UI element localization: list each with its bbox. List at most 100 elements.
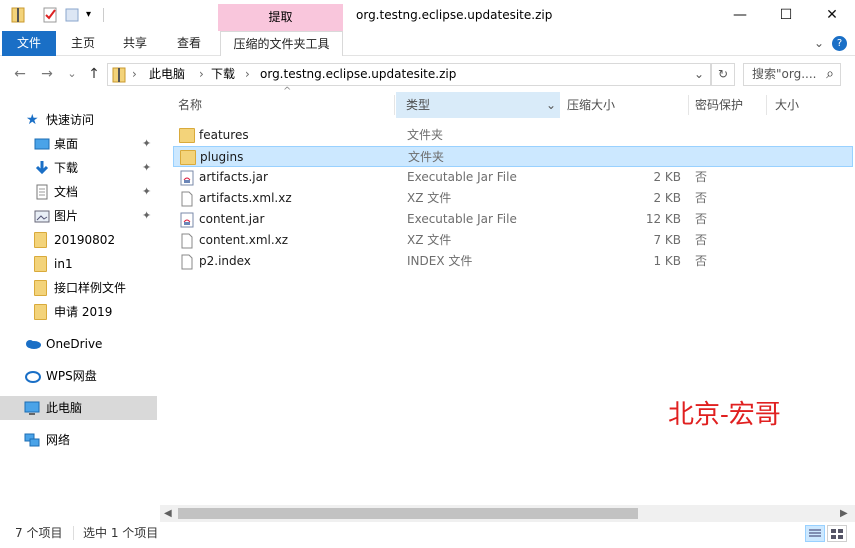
- file-row-plugins[interactable]: plugins 文件夹: [173, 146, 853, 167]
- help-icon[interactable]: ?: [832, 36, 847, 51]
- file-row-content-jar[interactable]: content.jar Executable Jar File 12 KB 否: [173, 209, 853, 230]
- file-type: 文件夹: [408, 150, 445, 164]
- nav-folder-apply-2019[interactable]: 申请 2019: [0, 300, 157, 324]
- watermark-text: 北京-宏哥: [668, 400, 781, 430]
- ribbon-tabs: 文件 主页 共享 查看 压缩的文件夹工具 ⌄ ?: [0, 31, 855, 56]
- pin-icon[interactable]: ✦: [142, 132, 151, 156]
- document-icon: [34, 184, 50, 200]
- file-size: 2 KB: [653, 191, 681, 205]
- forward-button[interactable]: →: [38, 65, 56, 83]
- chevron-down-icon[interactable]: ⌄: [546, 92, 556, 118]
- nav-network[interactable]: 网络: [0, 428, 157, 452]
- nav-label: 此电脑: [46, 401, 83, 415]
- details-view-icon[interactable]: [805, 525, 825, 542]
- pin-icon[interactable]: ✦: [142, 180, 151, 204]
- nav-downloads[interactable]: 下载 ✦: [0, 156, 157, 180]
- nav-label: in1: [54, 257, 73, 271]
- up-button[interactable]: ↑: [85, 65, 103, 83]
- column-divider[interactable]: [688, 95, 689, 115]
- qat-divider: [103, 8, 104, 22]
- nav-folder-samples[interactable]: 接口样例文件: [0, 276, 157, 300]
- file-name: artifacts.xml.xz: [199, 191, 292, 205]
- column-type[interactable]: 类型 ⌄: [396, 92, 560, 118]
- selected-count: 选中 1 个项目: [83, 526, 159, 540]
- file-row-artifacts-jar[interactable]: artifacts.jar Executable Jar File 2 KB 否: [173, 167, 853, 188]
- recent-locations-dropdown[interactable]: ⌄: [63, 65, 81, 83]
- breadcrumb-separator: ›: [199, 67, 204, 81]
- nav-label: 20190802: [54, 233, 116, 247]
- picture-icon: [34, 208, 50, 224]
- file-size: 7 KB: [653, 233, 681, 247]
- column-divider[interactable]: [394, 95, 395, 115]
- nav-label: 图片: [54, 209, 79, 223]
- tab-view[interactable]: 查看: [166, 31, 212, 56]
- nav-quick-access[interactable]: ★ 快速访问: [0, 108, 157, 132]
- customize-qat-icon[interactable]: ▾: [86, 7, 102, 23]
- scroll-right-icon[interactable]: ▶: [840, 505, 848, 522]
- file-icon: [179, 191, 195, 207]
- refresh-button[interactable]: ↻: [711, 63, 735, 86]
- pin-icon[interactable]: ✦: [142, 156, 151, 180]
- nav-wps[interactable]: WPS网盘: [0, 364, 157, 388]
- maximize-button[interactable]: ☐: [763, 0, 809, 31]
- address-dropdown-icon[interactable]: ⌄: [694, 64, 704, 85]
- back-button[interactable]: ←: [11, 65, 29, 83]
- file-type: XZ 文件: [407, 233, 452, 247]
- file-name: p2.index: [199, 254, 251, 268]
- breadcrumb-zip[interactable]: org.testng.eclipse.updatesite.zip: [260, 64, 456, 85]
- file-row-content-xml-xz[interactable]: content.xml.xz XZ 文件 7 KB 否: [173, 230, 853, 251]
- nav-label: OneDrive: [46, 337, 103, 351]
- desktop-icon: [34, 136, 50, 152]
- pin-icon[interactable]: ✦: [142, 204, 151, 228]
- column-divider[interactable]: [766, 95, 767, 115]
- file-row-artifacts-xml-xz[interactable]: artifacts.xml.xz XZ 文件 2 KB 否: [173, 188, 853, 209]
- minimize-button[interactable]: —: [717, 0, 763, 31]
- tab-file[interactable]: 文件: [2, 31, 56, 56]
- address-bar[interactable]: › 此电脑 › 下载 › org.testng.eclipse.updatesi…: [107, 63, 711, 86]
- tab-share[interactable]: 共享: [112, 31, 158, 56]
- nav-label: 文档: [54, 185, 79, 199]
- search-placeholder: 搜索"org....: [752, 67, 817, 81]
- nav-pictures[interactable]: 图片 ✦: [0, 204, 157, 228]
- zip-folder-icon[interactable]: [10, 7, 26, 23]
- nav-onedrive[interactable]: OneDrive: [0, 332, 157, 356]
- file-type: Executable Jar File: [407, 212, 517, 226]
- file-row-features[interactable]: features 文件夹: [173, 125, 853, 146]
- file-size: 1 KB: [653, 254, 681, 268]
- breadcrumb-downloads[interactable]: 下载: [211, 64, 235, 85]
- nav-desktop[interactable]: 桌面 ✦: [0, 132, 157, 156]
- scroll-left-icon[interactable]: ◀: [164, 505, 172, 522]
- file-password: 否: [695, 254, 708, 268]
- tab-compressed-folder-tools[interactable]: 压缩的文件夹工具: [220, 31, 343, 56]
- nav-this-pc[interactable]: 此电脑: [0, 396, 157, 420]
- collapse-ribbon-icon[interactable]: ⌄: [812, 31, 826, 56]
- file-row-p2-index[interactable]: p2.index INDEX 文件 1 KB 否: [173, 251, 853, 272]
- close-button[interactable]: ✕: [809, 0, 855, 31]
- file-password: 否: [695, 170, 708, 184]
- search-input[interactable]: 搜索"org.... ⌕: [743, 63, 841, 86]
- nav-folder-in1[interactable]: in1: [0, 252, 157, 276]
- column-name[interactable]: 名称: [178, 92, 202, 118]
- large-icons-view-icon[interactable]: [827, 525, 847, 542]
- status-divider: [73, 526, 74, 540]
- breadcrumb-this-pc[interactable]: 此电脑: [149, 64, 185, 85]
- column-compressed-size[interactable]: 压缩大小: [567, 92, 615, 118]
- new-folder-icon[interactable]: [64, 7, 80, 23]
- nav-documents[interactable]: 文档 ✦: [0, 180, 157, 204]
- tab-home[interactable]: 主页: [60, 31, 106, 56]
- window-title: org.testng.eclipse.updatesite.zip: [356, 8, 553, 22]
- file-name: artifacts.jar: [199, 170, 268, 184]
- column-password[interactable]: 密码保护: [695, 92, 743, 118]
- scrollbar-thumb[interactable]: [178, 508, 638, 519]
- extract-context-tab[interactable]: 提取: [218, 4, 343, 31]
- file-size: 2 KB: [653, 170, 681, 184]
- folder-icon: [34, 280, 47, 296]
- nav-folder-20190802[interactable]: 20190802: [0, 228, 157, 252]
- horizontal-scrollbar[interactable]: ◀ ▶: [160, 505, 855, 522]
- file-type: XZ 文件: [407, 191, 452, 205]
- folder-icon: [34, 232, 47, 248]
- breadcrumb-separator: ›: [132, 67, 137, 81]
- column-size[interactable]: 大小: [775, 92, 799, 118]
- nav-label: WPS网盘: [46, 369, 97, 383]
- properties-icon[interactable]: [42, 7, 58, 23]
